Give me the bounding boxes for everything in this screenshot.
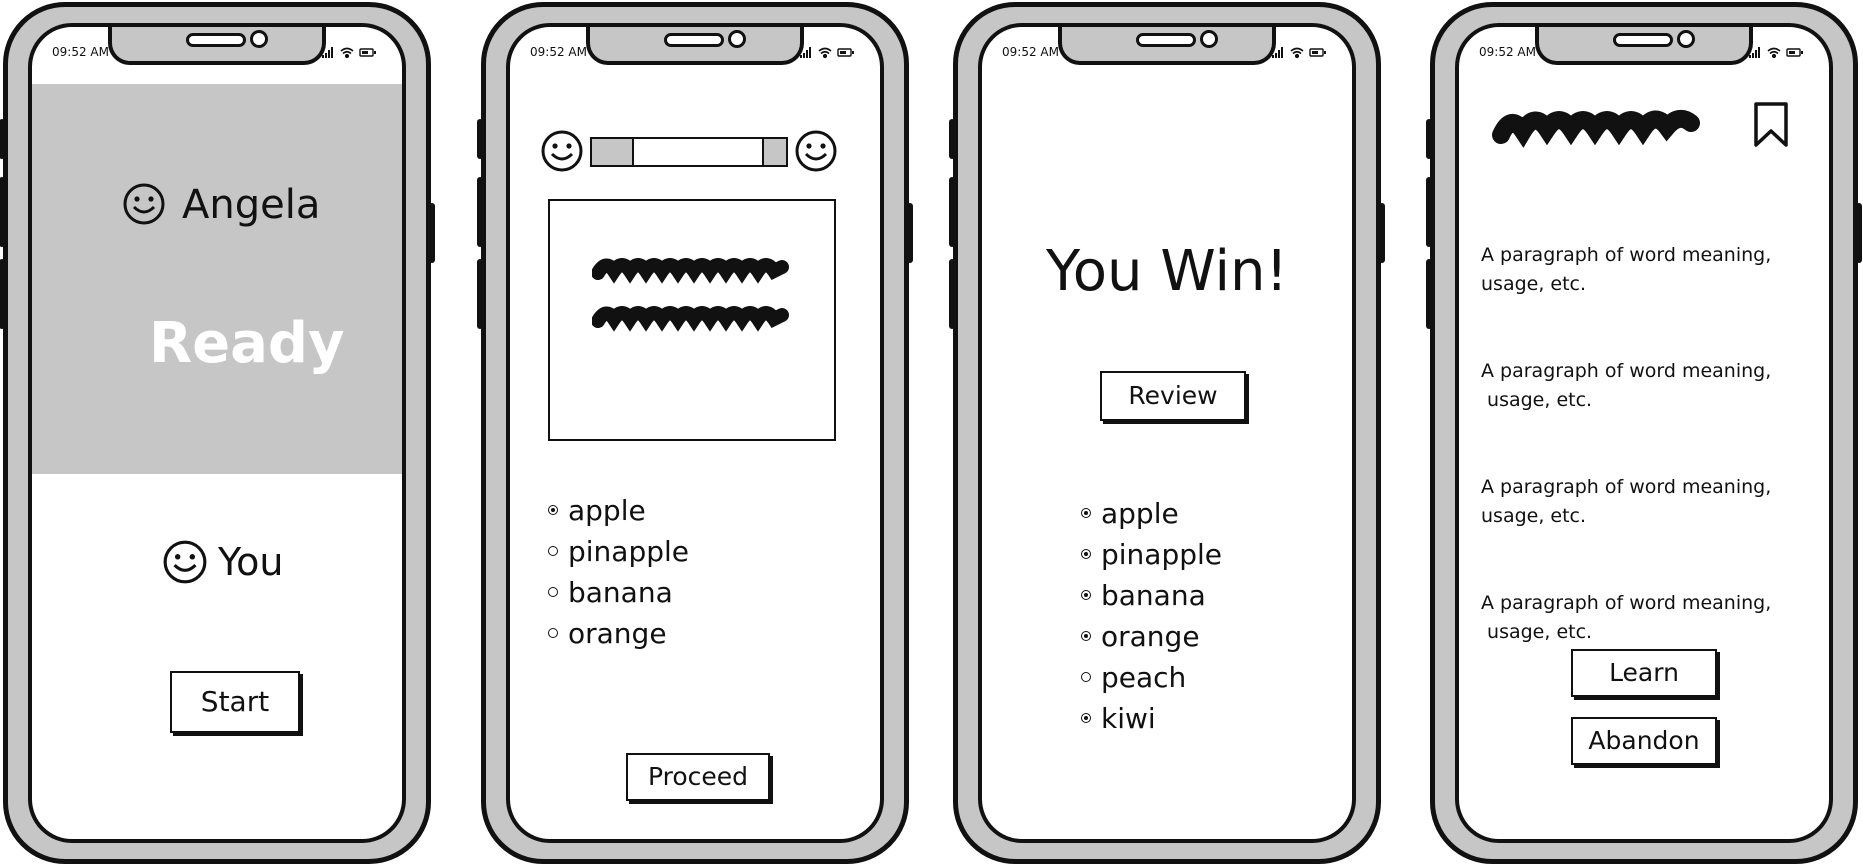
meaning-paragraph: A paragraph of word meaning, usage, etc. bbox=[1481, 592, 1772, 643]
word-list: apple pinapple banana orange peach kiwi bbox=[1081, 493, 1222, 739]
battery-icon bbox=[1786, 48, 1803, 57]
wifi-icon bbox=[1290, 47, 1304, 59]
notch bbox=[1058, 27, 1276, 65]
side-button bbox=[0, 177, 5, 247]
ready-label: Ready bbox=[149, 311, 345, 376]
bookmark-icon[interactable] bbox=[1751, 101, 1791, 149]
side-button bbox=[0, 259, 5, 329]
radio-button[interactable] bbox=[1081, 631, 1091, 641]
battery-icon bbox=[1309, 48, 1326, 57]
screen-lobby: 09:52 AM Angela Ready You Start bbox=[28, 23, 406, 843]
radio-button[interactable] bbox=[548, 505, 558, 515]
word-item[interactable]: apple bbox=[1081, 493, 1222, 534]
meaning-paragraph: A paragraph of word meaning, usage, etc. bbox=[1481, 360, 1772, 411]
radio-button[interactable] bbox=[1081, 590, 1091, 600]
power-button bbox=[1856, 203, 1862, 263]
side-button bbox=[949, 177, 955, 247]
word-item[interactable]: orange bbox=[1081, 616, 1222, 657]
word-item[interactable]: banana bbox=[1081, 575, 1222, 616]
signal-icon bbox=[800, 47, 811, 58]
meaning-paragraph: A paragraph of word meaning, usage, etc. bbox=[1481, 476, 1772, 527]
signal-icon bbox=[1749, 47, 1760, 58]
status-icons bbox=[1272, 47, 1326, 59]
opponent-name: Angela bbox=[182, 182, 321, 228]
notch bbox=[1535, 27, 1753, 65]
answer-option[interactable]: pinapple bbox=[548, 531, 689, 572]
ready-panel: Angela Ready bbox=[32, 84, 402, 474]
answer-option[interactable]: apple bbox=[548, 490, 689, 531]
question-card bbox=[548, 199, 836, 441]
player-name: You bbox=[218, 540, 284, 584]
word-item[interactable]: kiwi bbox=[1081, 698, 1222, 739]
side-button bbox=[0, 119, 5, 159]
phone-frame-4: 09:52 AM A paragraph of word meaning, usa… bbox=[1426, 2, 1862, 864]
power-button bbox=[1379, 203, 1385, 263]
side-button bbox=[477, 119, 483, 159]
status-time: 09:52 AM bbox=[530, 45, 587, 59]
redacted-word-scribble bbox=[1492, 109, 1700, 148]
start-button[interactable]: Start bbox=[170, 671, 300, 733]
side-button bbox=[477, 259, 483, 329]
radio-button[interactable] bbox=[548, 587, 558, 597]
power-button bbox=[429, 203, 435, 263]
phone-frame-3: 09:52 AM You Win! Review apple pinapple … bbox=[949, 2, 1385, 864]
side-button bbox=[1426, 259, 1432, 329]
radio-button[interactable] bbox=[1081, 672, 1091, 682]
phone-frame-2: 09:52 AM apple pinapple banana orange Pr… bbox=[477, 2, 913, 864]
wifi-icon bbox=[818, 47, 832, 59]
smiley-icon bbox=[163, 540, 207, 584]
radio-button[interactable] bbox=[548, 628, 558, 638]
status-time: 09:52 AM bbox=[52, 45, 109, 59]
smiley-icon bbox=[541, 130, 583, 172]
power-button bbox=[907, 203, 913, 263]
side-button bbox=[949, 259, 955, 329]
battery-icon bbox=[837, 48, 854, 57]
word-item[interactable]: pinapple bbox=[1081, 534, 1222, 575]
progress-bar bbox=[590, 137, 788, 167]
word-item[interactable]: peach bbox=[1081, 657, 1222, 698]
radio-button[interactable] bbox=[1081, 549, 1091, 559]
notch bbox=[108, 27, 326, 65]
progress-right-segment bbox=[762, 139, 786, 165]
answer-option[interactable]: banana bbox=[548, 572, 689, 613]
wifi-icon bbox=[340, 47, 354, 59]
status-time: 09:52 AM bbox=[1479, 45, 1536, 59]
proceed-button[interactable]: Proceed bbox=[626, 753, 770, 801]
signal-icon bbox=[1272, 47, 1283, 58]
screen-word-detail: 09:52 AM A paragraph of word meaning, usa… bbox=[1455, 23, 1833, 843]
radio-button[interactable] bbox=[548, 546, 558, 556]
learn-button[interactable]: Learn bbox=[1571, 649, 1717, 697]
redacted-text-scribble bbox=[592, 258, 789, 332]
radio-button[interactable] bbox=[1081, 713, 1091, 723]
status-icons bbox=[322, 47, 376, 59]
abandon-button[interactable]: Abandon bbox=[1571, 717, 1717, 765]
battery-icon bbox=[359, 48, 376, 57]
radio-button[interactable] bbox=[1081, 508, 1091, 518]
review-button[interactable]: Review bbox=[1100, 371, 1246, 421]
signal-icon bbox=[322, 47, 333, 58]
screen-result: 09:52 AM You Win! Review apple pinapple … bbox=[978, 23, 1356, 843]
smiley-icon bbox=[123, 183, 165, 225]
status-icons bbox=[1749, 47, 1803, 59]
meaning-paragraph: A paragraph of word meaning, usage, etc. bbox=[1481, 244, 1772, 295]
status-time: 09:52 AM bbox=[1002, 45, 1059, 59]
smiley-icon bbox=[795, 130, 837, 172]
answer-options: apple pinapple banana orange bbox=[548, 490, 689, 654]
phone-frame-1: 09:52 AM Angela Ready You Start bbox=[0, 2, 435, 864]
word-meaning: A paragraph of word meaning, usage, etc. … bbox=[1481, 183, 1811, 705]
status-icons bbox=[800, 47, 854, 59]
result-title: You Win! bbox=[1046, 239, 1288, 304]
side-button bbox=[477, 177, 483, 247]
side-button bbox=[949, 119, 955, 159]
progress-left-segment bbox=[592, 139, 634, 165]
notch bbox=[586, 27, 804, 65]
screen-quiz: 09:52 AM apple pinapple banana orange Pr… bbox=[506, 23, 884, 843]
wifi-icon bbox=[1767, 47, 1781, 59]
side-button bbox=[1426, 119, 1432, 159]
answer-option[interactable]: orange bbox=[548, 613, 689, 654]
side-button bbox=[1426, 177, 1432, 247]
